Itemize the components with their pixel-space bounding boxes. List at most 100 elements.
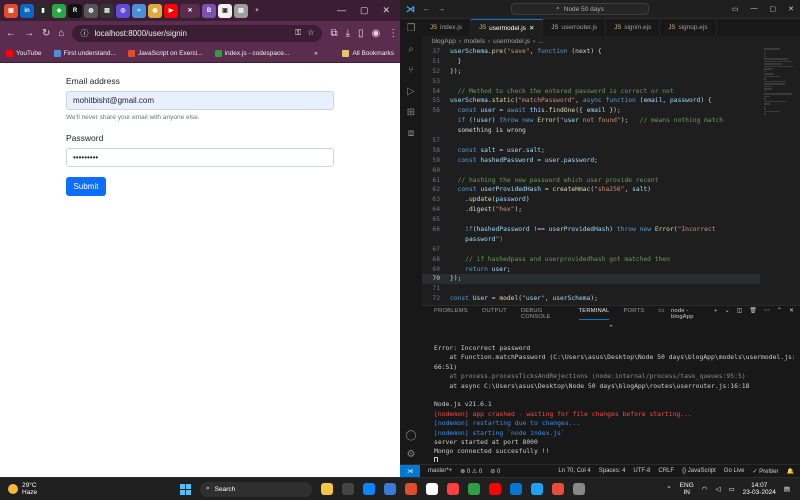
- extensions-view-icon[interactable]: ⊞: [407, 107, 415, 118]
- all-bookmarks[interactable]: All Bookmarks: [342, 50, 394, 57]
- bookmark-item[interactable]: index.js - codespace...: [214, 50, 289, 57]
- nav-back-icon[interactable]: ←: [423, 6, 430, 13]
- email-field[interactable]: mohitbisht@gmail.com: [66, 91, 334, 110]
- browser-tab[interactable]: ≈: [132, 3, 146, 18]
- more-icon[interactable]: ⋯: [764, 308, 770, 320]
- panel-tab-problems[interactable]: PROBLEMS: [434, 308, 468, 320]
- taskbar-app-icon[interactable]: [552, 483, 564, 495]
- git-branch[interactable]: master*+: [428, 468, 452, 474]
- code-line[interactable]: password"): [422, 235, 760, 245]
- line-ending[interactable]: CRLF: [658, 468, 674, 475]
- editor-tab[interactable]: JS signup.ejs: [660, 19, 717, 36]
- code-line[interactable]: 51 }: [422, 57, 760, 67]
- more-bookmarks-icon[interactable]: »: [314, 50, 318, 57]
- browser-tab[interactable]: ◎: [116, 3, 130, 18]
- taskbar-search[interactable]: ⌕ Search: [200, 481, 312, 497]
- weather-widget[interactable]: 29°C Haze: [0, 482, 180, 496]
- password-field[interactable]: •••••••••: [66, 148, 334, 167]
- taskbar-app-icon[interactable]: [363, 483, 375, 495]
- problems-count[interactable]: ⊗ 0 ⚠ 0: [460, 468, 482, 475]
- manage-gear-icon[interactable]: ⚙: [407, 449, 416, 460]
- ports-count[interactable]: ⊘ 0: [490, 468, 500, 475]
- taskbar-app-icon[interactable]: [426, 483, 438, 495]
- code-line[interactable]: 54 // Method to check the entered passwo…: [422, 87, 760, 97]
- minimize-icon[interactable]: —: [751, 5, 758, 13]
- close-panel-icon[interactable]: ✕: [789, 308, 794, 320]
- site-info-icon[interactable]: ⓘ: [80, 28, 88, 39]
- bookmark-item[interactable]: JavaScript on Exerci...: [127, 50, 203, 57]
- code-line[interactable]: if (!user) throw new Error("user not fou…: [422, 116, 760, 126]
- code-line[interactable]: 56 const user = await this.findOne({ ema…: [422, 106, 760, 116]
- taskbar-app-icon[interactable]: [321, 483, 333, 495]
- terminal-prompt[interactable]: [434, 456, 794, 462]
- code-line[interactable]: 53: [422, 77, 760, 87]
- trash-icon[interactable]: 🗑: [749, 308, 757, 320]
- key-icon[interactable]: ⚿: [295, 28, 301, 38]
- tray-chevron-icon[interactable]: ⌃: [666, 485, 671, 493]
- menu-icon[interactable]: ⋮: [388, 28, 398, 39]
- maximize-panel-icon[interactable]: ⌃: [777, 308, 782, 320]
- code-line[interactable]: 37 userSchema.pre("save", function (next)…: [422, 47, 760, 57]
- browser-tab[interactable]: B: [202, 3, 216, 18]
- account-icon[interactable]: ◯: [405, 430, 416, 441]
- maximize-icon[interactable]: ▢: [360, 5, 369, 16]
- browser-tab[interactable]: ◉: [148, 3, 162, 18]
- taskbar-app-icon[interactable]: [405, 483, 417, 495]
- terminal-name[interactable]: node - blogApp: [671, 308, 707, 320]
- language-indicator[interactable]: ENG IN: [680, 482, 694, 496]
- code-editor[interactable]: 37 userSchema.pre("save", function (next)…: [422, 47, 760, 305]
- star-icon[interactable]: ☆: [307, 28, 314, 38]
- code-line[interactable]: 70});: [422, 274, 760, 285]
- code-line[interactable]: 67: [422, 245, 760, 255]
- code-line[interactable]: 68 // if hashedpass and userprovidedhash…: [422, 255, 760, 265]
- remote-icon[interactable]: ⧈: [408, 128, 414, 139]
- prettier-status[interactable]: ✓ Prettier: [752, 468, 778, 475]
- browser-tab[interactable]: ◍: [84, 3, 98, 18]
- code-line[interactable]: 59 const hashedPassword = user.password;: [422, 156, 760, 166]
- code-line[interactable]: 62 const userProvidedHash = createHmac("…: [422, 185, 760, 195]
- close-icon[interactable]: ✕: [382, 5, 390, 16]
- browser-tab[interactable]: ▣: [218, 3, 232, 18]
- taskbar-app-icon[interactable]: [384, 483, 396, 495]
- code-line[interactable]: 66 if(hashedPassword !== userProvidedHas…: [422, 225, 760, 235]
- chevron-down-icon[interactable]: ⌄: [725, 308, 730, 320]
- browser-tab[interactable]: ✕: [180, 3, 200, 18]
- split-terminal-icon[interactable]: ◫: [737, 308, 743, 320]
- new-tab-button[interactable]: +: [250, 4, 264, 18]
- extensions-icon[interactable]: ⧉: [330, 28, 337, 39]
- browser-tab[interactable]: ▤: [234, 3, 248, 18]
- maximize-icon[interactable]: ▢: [770, 5, 777, 13]
- code-line[interactable]: 61 // hashing the new password which use…: [422, 176, 760, 186]
- browser-tab[interactable]: ▣: [4, 3, 18, 18]
- cursor-position[interactable]: Ln 70, Col 4: [558, 468, 590, 475]
- encoding[interactable]: UTF-8: [633, 468, 650, 475]
- indentation[interactable]: Spaces: 4: [599, 468, 626, 475]
- bookmark-item[interactable]: YouTube: [6, 50, 42, 57]
- explorer-icon[interactable]: ❐: [407, 23, 416, 34]
- editor-tab[interactable]: JS signin.ejs: [606, 19, 661, 36]
- panel-tab-debug-console[interactable]: DEBUG CONSOLE: [521, 308, 565, 320]
- forward-icon[interactable]: →: [24, 28, 34, 39]
- back-icon[interactable]: ←: [6, 28, 16, 39]
- terminal-output[interactable]: Error: Incorrect password at Function.ma…: [434, 344, 794, 462]
- code-line[interactable]: 69 return user;: [422, 265, 760, 275]
- wifi-icon[interactable]: ◠: [702, 485, 708, 493]
- command-center-search[interactable]: ⌕ Node 50 days: [511, 3, 649, 15]
- panel-tab-terminal[interactable]: TERMINAL: [578, 308, 610, 320]
- layout-icon[interactable]: ▭: [732, 5, 739, 13]
- nav-forward-icon[interactable]: →: [438, 6, 445, 13]
- minimize-icon[interactable]: —: [337, 5, 346, 16]
- bookmark-item[interactable]: First understand...: [53, 50, 116, 57]
- reload-icon[interactable]: ↻: [42, 28, 50, 39]
- code-line[interactable]: 52});: [422, 67, 760, 77]
- notification-center-icon[interactable]: ▤: [784, 485, 790, 493]
- close-icon[interactable]: ✕: [788, 5, 794, 13]
- browser-tab[interactable]: ◆: [52, 3, 66, 18]
- code-line[interactable]: 72 const User = model("user", userSchema)…: [422, 294, 760, 304]
- breadcrumb-item[interactable]: usermodel.js: [493, 38, 530, 45]
- breadcrumb-item[interactable]: blogApp: [432, 38, 456, 45]
- download-icon[interactable]: ⤓: [346, 28, 350, 39]
- taskbar-app-icon[interactable]: [342, 483, 354, 495]
- taskbar-app-icon[interactable]: [447, 483, 459, 495]
- volume-icon[interactable]: ◁: [715, 485, 720, 493]
